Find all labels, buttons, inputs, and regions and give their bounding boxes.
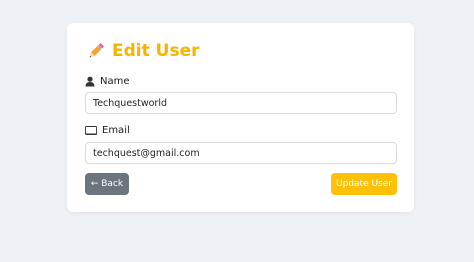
pencil-icon (86, 41, 106, 61)
name-label-text: Name (100, 76, 130, 87)
name-field-value: Techquestworld (93, 97, 168, 109)
email-field-value: techquest@gmail.com (93, 147, 200, 159)
email-label: Email (85, 125, 130, 136)
email-field[interactable]: techquest@gmail.com (85, 142, 397, 164)
user-icon (85, 76, 95, 87)
page-title: Edit User (112, 41, 200, 61)
card-header: Edit User (86, 40, 200, 62)
name-field[interactable]: Techquestworld (85, 92, 397, 114)
envelope-icon (85, 126, 97, 135)
update-user-button[interactable]: Update User (331, 173, 397, 195)
back-button[interactable]: ← Back (85, 173, 129, 195)
edit-user-card: Edit User Name Techquestworld Email tech… (67, 23, 414, 212)
email-label-text: Email (102, 125, 130, 136)
name-label: Name (85, 76, 130, 87)
